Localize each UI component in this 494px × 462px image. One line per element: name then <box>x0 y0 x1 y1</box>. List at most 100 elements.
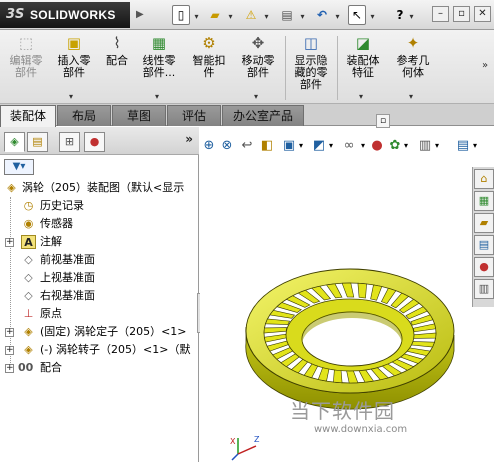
view-orientation-icon: ▣ <box>282 138 296 153</box>
help-dropdown[interactable]: ▾ <box>406 5 416 25</box>
tree-item-label: 右视基准面 <box>40 289 95 302</box>
tab-evaluate[interactable]: 评估 <box>167 105 221 126</box>
reference-geometry-label: 参考几 何体 <box>396 54 430 79</box>
show-hidden-components-button[interactable]: ◫ 显示隐 藏的零 部件 <box>288 33 334 91</box>
edit-component-button[interactable]: ⬚ 编辑零 部件 <box>4 33 48 79</box>
smart-fastener-icon: ⚙ <box>202 34 216 52</box>
view-settings-dropdown[interactable]: ▾ <box>433 137 441 155</box>
property-manager-tab[interactable]: ▤ <box>27 132 48 152</box>
menu-expand-arrow-icon[interactable]: ▶ <box>136 9 148 21</box>
section-view-icon: ◧ <box>260 138 274 153</box>
solidworks-resources-button[interactable]: ⌂ <box>474 169 494 189</box>
reference-geometry-icon: ✦ <box>406 34 420 52</box>
new-document-button[interactable]: ▯ <box>172 5 190 25</box>
tree-item-history[interactable]: ◷ 历史记录 <box>0 197 199 215</box>
tree-item-root-assembly[interactable]: ◈ 涡轮（205）装配图（默认<显示 <box>0 179 199 197</box>
assembly-feature-dropdown[interactable]: ▾ <box>359 92 363 101</box>
tab-sketch[interactable]: 草图 <box>112 105 166 126</box>
open-button[interactable]: ▰ <box>206 5 224 25</box>
minimize-button[interactable]: – <box>432 6 449 22</box>
linear-pattern-button[interactable]: ▦ 线性零 部件... <box>136 33 182 79</box>
display-manager-tab[interactable]: ● <box>84 132 105 152</box>
history-icon: ◷ <box>23 199 34 212</box>
ribbon-more-chevron-icon[interactable]: » <box>482 60 488 71</box>
undo-dropdown[interactable]: ▾ <box>332 5 342 25</box>
part-icon: ◈ <box>24 325 33 338</box>
tree-item-right-plane[interactable]: ◇ 右视基准面 <box>0 287 199 305</box>
expand-toggle[interactable]: + <box>5 346 14 355</box>
restore-button[interactable]: ▫ <box>453 6 470 22</box>
help-button[interactable]: ? <box>393 5 407 25</box>
show-hidden-icon: ◫ <box>303 34 319 52</box>
tree-item-annotations[interactable]: + A 注解 <box>0 233 199 251</box>
tree-item-front-plane[interactable]: ◇ 前视基准面 <box>0 251 199 269</box>
ds-logo-icon: 3S <box>6 7 25 22</box>
move-component-button[interactable]: ✥ 移动零 部件 <box>234 33 282 79</box>
hide-show-items-button[interactable]: ∞ <box>340 137 358 155</box>
select-dropdown[interactable]: ▾ <box>367 5 377 25</box>
tree-item-rotor-part[interactable]: + ◈ (-) 涡轮转子（205）<1>（默 <box>0 341 199 359</box>
tab-assembly[interactable]: 装配体 <box>0 105 56 127</box>
print-dropdown[interactable]: ▾ <box>297 5 307 25</box>
display-style-dropdown[interactable]: ▾ <box>327 137 335 155</box>
apply-scene-button[interactable]: ✿ <box>388 137 402 155</box>
apply-scene-dropdown[interactable]: ▾ <box>402 137 410 155</box>
undo-icon: ↶ <box>316 8 328 22</box>
display-style-button[interactable]: ◩ <box>312 137 326 155</box>
solidworks-logo[interactable]: 3S SOLIDWORKS <box>0 2 130 28</box>
appearances-button[interactable]: ● <box>474 257 494 277</box>
new-document-dropdown[interactable]: ▾ <box>191 5 201 25</box>
hide-show-dropdown[interactable]: ▾ <box>359 137 367 155</box>
zoom-to-fit-button[interactable]: ⊕ <box>202 137 216 155</box>
svg-text:Z: Z <box>254 435 260 444</box>
view-orientation-button[interactable]: ▣ <box>282 137 296 155</box>
filter-button[interactable]: ▼▾ <box>4 159 34 175</box>
move-component-icon: ✥ <box>251 34 265 52</box>
tree-item-mates[interactable]: + 00 配合 <box>0 359 199 377</box>
mate-button[interactable]: ⌇ 配合 <box>100 33 134 67</box>
plane-icon: ◇ <box>24 253 33 266</box>
tab-office-products[interactable]: 办公室产品 <box>222 105 304 126</box>
tree-item-stator-part[interactable]: + ◈ (固定) 涡轮定子（205）<1> <box>0 323 199 341</box>
view-settings-button[interactable]: ▥ <box>418 137 432 155</box>
heads-up-view-toolbar: ⊕ ⊗ ↩ ◧ ▣ ▾ ◩ ▾ ∞ ▾ ● ✿ ▾ ▥ ▾ ▤ ▾ <box>200 127 494 163</box>
edit-appearance-button[interactable]: ● <box>370 137 384 155</box>
expand-toggle[interactable]: + <box>5 364 14 373</box>
move-component-dropdown[interactable]: ▾ <box>254 92 258 101</box>
undo-button[interactable]: ↶ <box>313 5 331 25</box>
display-pane-dropdown[interactable]: ▾ <box>471 137 479 155</box>
tree-item-sensors[interactable]: ◉ 传感器 <box>0 215 199 233</box>
design-library-button[interactable]: ▦ <box>474 191 494 211</box>
zoom-area-button[interactable]: ⊗ <box>220 137 234 155</box>
insert-component-button[interactable]: ▣ 插入零 部件 <box>52 33 96 79</box>
panel-more-chevron-icon[interactable]: » <box>185 132 193 146</box>
insert-component-dropdown[interactable]: ▾ <box>69 92 73 101</box>
smart-fastener-button[interactable]: ⚙ 智能扣 件 <box>186 33 232 79</box>
section-view-button[interactable]: ◧ <box>260 137 274 155</box>
configuration-manager-tab[interactable]: ⊞ <box>59 132 80 152</box>
assembly-feature-button[interactable]: ◪ 装配体 特征 <box>340 33 386 79</box>
feature-manager-tab[interactable]: ◈ <box>4 132 25 152</box>
rebuild-dropdown[interactable]: ▾ <box>261 5 271 25</box>
tree-item-origin[interactable]: ⊥ 原点 <box>0 305 199 323</box>
close-button[interactable]: ✕ <box>474 6 491 22</box>
previous-view-button[interactable]: ↩ <box>240 137 254 155</box>
view-palette-button[interactable]: ▤ <box>474 235 494 255</box>
print-button[interactable]: ▤ <box>278 5 296 25</box>
display-pane-button[interactable]: ▤ <box>456 137 470 155</box>
view-orientation-dropdown[interactable]: ▾ <box>297 137 305 155</box>
select-button[interactable]: ↖ <box>348 5 366 25</box>
command-manager-ribbon: ⬚ 编辑零 部件 ▣ 插入零 部件 ▾ ⌇ 配合 ▦ 线性零 部件... ▾ ⚙… <box>0 30 494 104</box>
expand-toggle[interactable]: + <box>5 328 14 337</box>
custom-properties-button[interactable]: ▥ <box>474 279 494 299</box>
reference-geometry-button[interactable]: ✦ 参考几 何体 <box>390 33 436 79</box>
reference-geometry-dropdown[interactable]: ▾ <box>409 92 413 101</box>
expand-toggle[interactable]: + <box>5 238 14 247</box>
open-dropdown[interactable]: ▾ <box>225 5 235 25</box>
linear-pattern-dropdown[interactable]: ▾ <box>155 92 159 101</box>
tree-item-top-plane[interactable]: ◇ 上视基准面 <box>0 269 199 287</box>
file-explorer-button[interactable]: ▰ <box>474 213 494 233</box>
new-document-icon: ▯ <box>177 8 185 22</box>
rebuild-button[interactable]: ⚠ <box>242 5 260 25</box>
tab-layout[interactable]: 布局 <box>57 105 111 126</box>
